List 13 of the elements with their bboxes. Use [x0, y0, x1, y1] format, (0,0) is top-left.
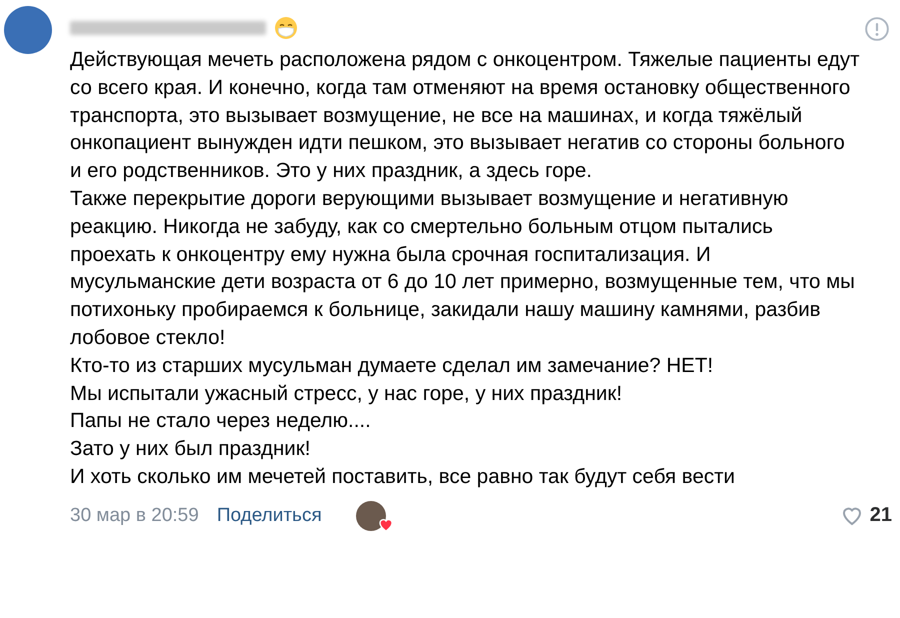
like-button[interactable]: 21: [840, 504, 892, 528]
reactor-avatar-placeholder[interactable]: [356, 500, 386, 531]
share-link[interactable]: Поделиться: [216, 504, 322, 527]
comment-paragraph: Зато у них был праздник!: [70, 436, 312, 462]
heart-icon: [378, 516, 394, 533]
comment-paragraph: Мы испытали ужасный стресс, у нас горе, у них праздник!: [70, 380, 624, 407]
mask-face-icon: [274, 16, 298, 40]
comment-paragraph: Папы не стало через неделю....: [70, 408, 372, 434]
comment-paragraph: Также перекрытие дороги верующими вызывает возмущение и негативную реакцию. Никогда не забуду, как со смертельно больным отцом пытались проехать к онкоцентру ему нужна была срочная госпитализация. И мусульманские дети возраста от 6 до 10 лет примерно, возмущенные тем, что мы потихоньку пробираемся к больнице, закидали нашу машину камнями, разбив лобовое стекло!: [70, 186, 856, 351]
avatar-photo-placeholder[interactable]: [4, 6, 52, 54]
comment-paragraph: И хоть сколько им мечетей поставить, все равно так будут себя вести: [70, 464, 736, 490]
comment-paragraph: Действующая мечеть расположена рядом с онкоцентром. Тяжелые пациенты едут со всего края. И конечно, когда там отменяют на время остановку общественного транспорта, это вызывает возмущение, не все на машинах, и когда тяжёлый онкопациент вынужден идти пешком, это вызывает негатив со стороны больного и его родственников. Это у них праздник, а здесь горе.: [70, 47, 860, 184]
comment-paragraph: Кто-то из старших мусульман думаете сделал им замечание? НЕТ!: [70, 352, 714, 379]
